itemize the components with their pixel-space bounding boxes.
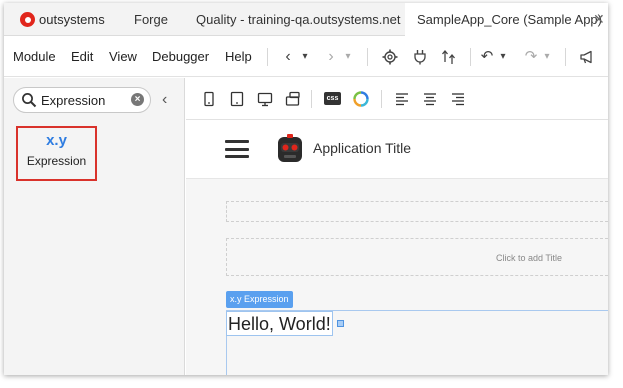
menu-icon[interactable] xyxy=(225,140,249,158)
plug-icon[interactable] xyxy=(413,49,427,65)
menu-edit[interactable]: Edit xyxy=(71,37,93,77)
resize-handle[interactable] xyxy=(337,320,344,327)
search-input[interactable] xyxy=(41,91,133,109)
tab-outsystems-home[interactable]: outsystems xyxy=(4,3,118,36)
undo-button[interactable]: ↶ xyxy=(480,47,494,67)
tab-forge[interactable]: Forge xyxy=(134,3,168,36)
expression-widget[interactable]: x.y Expression xyxy=(16,126,97,181)
expression-widget-label: Expression xyxy=(26,154,87,168)
tab-bar: outsystems Forge Quality - training-qa.o… xyxy=(4,3,608,36)
search-icon xyxy=(22,93,37,108)
toolbar-separator xyxy=(565,48,566,66)
toolbar-separator xyxy=(381,90,382,108)
expression-widget-icon: x.y xyxy=(46,132,67,149)
tab-sampleapp-core[interactable]: SampleApp_Core (Sample App) xyxy=(405,3,608,36)
theme-icon[interactable] xyxy=(353,91,369,107)
desktop-icon[interactable] xyxy=(257,91,273,107)
forward-history-dropdown[interactable]: ▾ xyxy=(343,47,353,67)
screen-canvas[interactable]: Application Title Click to add Title x.y… xyxy=(186,121,608,375)
upload-arrow-icon[interactable] xyxy=(441,49,457,65)
expression-widget-canvas[interactable]: Hello, World! xyxy=(226,311,333,336)
toolbox-search[interactable]: × xyxy=(13,87,151,113)
outsystems-logo-icon xyxy=(20,12,35,27)
tablet-icon[interactable] xyxy=(229,91,245,107)
toolbar-separator xyxy=(311,90,312,108)
close-tab-icon[interactable]: ✕ xyxy=(593,3,605,36)
brand-label: outsystems xyxy=(39,12,105,27)
expression-selection-tag: x.y Expression xyxy=(226,291,293,308)
phone-icon[interactable] xyxy=(201,91,217,107)
title-placeholder[interactable]: Click to add Title xyxy=(226,238,608,276)
toolbar-separator xyxy=(367,48,368,66)
clear-search-icon[interactable]: × xyxy=(131,93,144,106)
toolbar-separator xyxy=(470,48,471,66)
back-button[interactable]: ‹ xyxy=(282,47,294,67)
menu-module[interactable]: Module xyxy=(13,37,56,77)
redo-button[interactable]: ↷ xyxy=(524,47,538,67)
app-logo-icon xyxy=(278,134,302,162)
forward-button[interactable]: › xyxy=(325,47,337,67)
back-history-dropdown[interactable]: ▾ xyxy=(300,47,310,67)
megaphone-icon[interactable] xyxy=(579,49,595,65)
align-center-icon[interactable] xyxy=(422,91,438,107)
app-title[interactable]: Application Title xyxy=(313,140,411,156)
breadcrumbs-placeholder[interactable] xyxy=(226,201,608,222)
collapse-panel-icon[interactable]: ‹ xyxy=(162,91,167,109)
undo-dropdown[interactable]: ▾ xyxy=(498,47,508,67)
app-header: Application Title xyxy=(186,121,608,179)
menu-help[interactable]: Help xyxy=(225,37,252,77)
css-icon[interactable]: css xyxy=(324,92,341,105)
toolbar-separator xyxy=(267,48,268,66)
tab-quality-environment[interactable]: Quality - training-qa.outsystems.net xyxy=(196,3,400,36)
rotate-icon[interactable] xyxy=(285,91,301,107)
menu-bar: Module Edit View Debugger Help ‹ ▾ › ▾ ↶… xyxy=(4,37,608,77)
gear-icon[interactable] xyxy=(382,49,398,65)
title-placeholder-hint: Click to add Title xyxy=(495,253,562,263)
redo-dropdown[interactable]: ▾ xyxy=(542,47,552,67)
align-right-icon[interactable] xyxy=(450,91,466,107)
align-left-icon[interactable] xyxy=(394,91,410,107)
menu-view[interactable]: View xyxy=(109,37,137,77)
menu-debugger[interactable]: Debugger xyxy=(152,37,209,77)
service-studio-window: outsystems Forge Quality - training-qa.o… xyxy=(4,3,608,375)
canvas-toolbar: css xyxy=(186,78,608,120)
toolbox-panel: × ‹ x.y Expression xyxy=(4,78,185,375)
